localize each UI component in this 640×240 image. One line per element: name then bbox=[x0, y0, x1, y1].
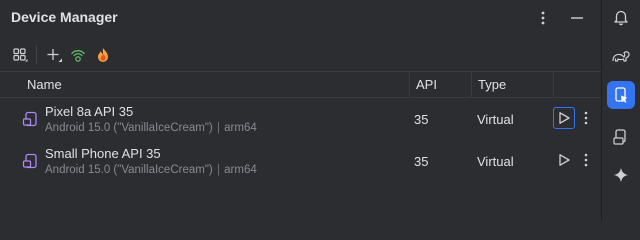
device-manager-icon[interactable] bbox=[607, 81, 635, 109]
running-devices-icon[interactable] bbox=[607, 123, 635, 151]
column-header-name[interactable]: Name bbox=[0, 72, 410, 98]
table-row[interactable]: Pixel 8a API 35 Android 15.0 ("VanillaIc… bbox=[0, 99, 601, 141]
right-tool-stripe bbox=[601, 0, 640, 220]
device-android-version: Android 15.0 ("VanillaIceCream") bbox=[45, 122, 213, 134]
title-bar: Device Manager bbox=[0, 0, 601, 36]
gradle-icon[interactable] bbox=[607, 42, 635, 70]
column-header-api[interactable]: API bbox=[410, 72, 472, 98]
column-header-type[interactable]: Type bbox=[472, 72, 554, 98]
device-more-actions-button[interactable] bbox=[578, 107, 594, 129]
device-name: Small Phone API 35 bbox=[45, 146, 161, 161]
device-manager-window: Device Manager Name API Type Pixel 8a AP… bbox=[0, 0, 640, 220]
details-separator: | bbox=[216, 122, 220, 134]
column-header-actions bbox=[554, 72, 601, 98]
device-abi: arm64 bbox=[224, 122, 257, 134]
table-row[interactable]: Small Phone API 35 Android 15.0 ("Vanill… bbox=[0, 141, 601, 183]
device-more-actions-button[interactable] bbox=[578, 149, 594, 171]
toolbar bbox=[0, 40, 601, 70]
pair-wifi-icon[interactable] bbox=[66, 43, 90, 67]
device-api-level: 35 bbox=[414, 112, 429, 127]
table-header: Name API Type bbox=[0, 71, 601, 98]
virtual-device-icon bbox=[22, 152, 40, 170]
run-device-button[interactable] bbox=[553, 107, 575, 129]
panel-title: Device Manager bbox=[11, 9, 118, 25]
device-type: Virtual bbox=[477, 154, 514, 169]
more-vertical-icon bbox=[584, 153, 588, 167]
notifications-icon[interactable] bbox=[607, 3, 635, 31]
toolbar-separator bbox=[36, 46, 37, 64]
device-groups-icon[interactable] bbox=[8, 43, 32, 67]
add-device-icon[interactable] bbox=[42, 43, 66, 67]
title-actions bbox=[531, 6, 589, 30]
options-menu-icon[interactable] bbox=[531, 6, 555, 30]
device-api-level: 35 bbox=[414, 154, 429, 169]
device-details: Android 15.0 ("VanillaIceCream") | arm64 bbox=[45, 164, 257, 176]
device-type: Virtual bbox=[477, 112, 514, 127]
play-icon bbox=[559, 112, 570, 124]
device-table: Name API Type Pixel 8a API 35 Android 15… bbox=[0, 71, 601, 220]
run-device-button[interactable] bbox=[553, 149, 575, 171]
more-vertical-icon bbox=[584, 111, 588, 125]
device-android-version: Android 15.0 ("VanillaIceCream") bbox=[45, 164, 213, 176]
device-name: Pixel 8a API 35 bbox=[45, 104, 134, 119]
device-details: Android 15.0 ("VanillaIceCream") | arm64 bbox=[45, 122, 257, 134]
firebase-icon[interactable] bbox=[91, 43, 115, 67]
gemini-icon[interactable] bbox=[607, 161, 635, 189]
virtual-device-icon bbox=[22, 110, 40, 128]
details-separator: | bbox=[216, 164, 220, 176]
device-manager-panel: Device Manager Name API Type Pixel 8a AP… bbox=[0, 0, 601, 220]
device-abi: arm64 bbox=[224, 164, 257, 176]
hide-panel-icon[interactable] bbox=[565, 6, 589, 30]
play-icon bbox=[559, 154, 570, 166]
